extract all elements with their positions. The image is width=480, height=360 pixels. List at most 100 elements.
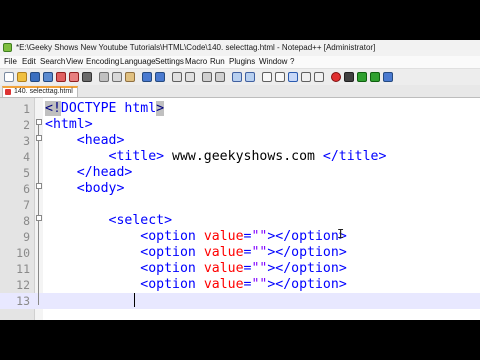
sync-horizontal-icon[interactable]: [245, 72, 255, 82]
indent-guide-icon[interactable]: [288, 72, 298, 82]
line-code: <body>: [45, 181, 125, 197]
cut-icon[interactable]: [99, 72, 109, 82]
menu-plugins[interactable]: Plugins: [229, 57, 255, 67]
tab-selecttag[interactable]: 140. selecttag.html: [2, 86, 78, 97]
code-token: www.geekyshows.com: [164, 149, 323, 164]
redo-icon[interactable]: [155, 72, 165, 82]
tab-label: 140. selecttag.html: [14, 88, 73, 95]
menu-encoding[interactable]: Encoding: [86, 57, 119, 67]
save-all-icon[interactable]: [43, 72, 53, 82]
code-token: <html>: [45, 117, 93, 132]
code-token: <option: [140, 245, 204, 260]
run-macro-multiple-icon[interactable]: [370, 72, 380, 82]
close-icon[interactable]: [56, 72, 66, 82]
menu-file[interactable]: File: [4, 57, 17, 67]
menu-edit[interactable]: Edit: [22, 57, 36, 67]
menu-settings[interactable]: Settings: [155, 57, 184, 67]
fold-toggle-head-icon[interactable]: [36, 135, 42, 141]
code-token: </head>: [76, 165, 133, 180]
code-line[interactable]: 6 <body>: [0, 181, 480, 197]
playback-icon[interactable]: [357, 72, 367, 82]
code-token: <head>: [76, 133, 125, 148]
code-line[interactable]: 1 <!DOCTYPE html>: [0, 101, 480, 117]
word-wrap-icon[interactable]: [262, 72, 272, 82]
code-line[interactable]: 4 <title> www.geekyshows.com </title>: [0, 149, 480, 165]
code-line[interactable]: 10 <option value=""></option>: [0, 245, 480, 261]
notepadpp-window: *E:\Geeky Shows New Youtube Tutorials\HT…: [0, 40, 480, 320]
show-all-characters-icon[interactable]: [275, 72, 285, 82]
code-line[interactable]: 7: [0, 197, 480, 213]
code-line[interactable]: 11 <option value=""></option>: [0, 261, 480, 277]
code-line[interactable]: 12 <option value=""></option>: [0, 277, 480, 293]
code-token: </title>: [322, 149, 387, 164]
code-line[interactable]: 5 </head>: [0, 165, 480, 181]
code-line[interactable]: 9 <option value=""></option>: [0, 229, 480, 245]
line-number: 4: [23, 150, 30, 164]
code-token: <title>: [108, 149, 165, 164]
fold-toggle-html-icon[interactable]: [36, 119, 42, 125]
code-token: ></option>: [267, 229, 347, 244]
line-number: 1: [23, 102, 30, 116]
line-number: 6: [23, 182, 30, 196]
code-token: DOCTYPE html: [60, 101, 157, 116]
code-line[interactable]: 2 <html>: [0, 117, 480, 133]
code-token: "": [251, 245, 268, 260]
fold-toggle-select-icon[interactable]: [36, 215, 42, 221]
code-token: value: [203, 245, 244, 260]
undo-icon[interactable]: [142, 72, 152, 82]
user-language-icon[interactable]: [301, 72, 311, 82]
code-line[interactable]: 13: [0, 293, 480, 309]
print-icon[interactable]: [82, 72, 92, 82]
code-line[interactable]: 8 <select>: [0, 213, 480, 229]
tab-bar: 140. selecttag.html: [0, 85, 480, 98]
line-code: <html>: [45, 117, 93, 133]
zoom-in-icon[interactable]: [202, 72, 212, 82]
save-icon[interactable]: [30, 72, 40, 82]
line-code: [45, 293, 140, 309]
paste-icon[interactable]: [125, 72, 135, 82]
record-macro-icon[interactable]: [331, 72, 341, 82]
code-token: <!: [45, 101, 61, 116]
line-number: 8: [23, 214, 30, 228]
line-code: <select>: [45, 213, 173, 229]
doc-map-icon[interactable]: [314, 72, 324, 82]
code-token: <option: [140, 261, 204, 276]
save-macro-icon[interactable]: [383, 72, 393, 82]
line-code: <option value=""></option>: [45, 245, 346, 261]
open-folder-icon[interactable]: [17, 72, 27, 82]
fold-toggle-body-icon[interactable]: [36, 183, 42, 189]
code-token: "": [251, 261, 268, 276]
line-number: 2: [23, 118, 30, 132]
window-title: *E:\Geeky Shows New Youtube Tutorials\HT…: [16, 43, 376, 52]
code-token: >: [156, 101, 165, 116]
menu-view[interactable]: View: [66, 57, 83, 67]
code-token: value: [203, 261, 244, 276]
code-token: "": [251, 277, 268, 292]
find-icon[interactable]: [172, 72, 182, 82]
text-caret: [134, 293, 135, 307]
close-all-icon[interactable]: [69, 72, 79, 82]
menu-help[interactable]: ?: [290, 57, 294, 67]
sync-vertical-icon[interactable]: [232, 72, 242, 82]
zoom-out-icon[interactable]: [215, 72, 225, 82]
line-number: 7: [23, 198, 30, 212]
menu-run[interactable]: Run: [210, 57, 225, 67]
code-line[interactable]: 3 <head>: [0, 133, 480, 149]
new-file-icon[interactable]: [4, 72, 14, 82]
line-number: 13: [16, 294, 30, 308]
menu-language[interactable]: Language: [120, 57, 156, 67]
copy-icon[interactable]: [112, 72, 122, 82]
replace-icon[interactable]: [185, 72, 195, 82]
unsaved-file-icon: [5, 89, 11, 95]
stop-recording-icon[interactable]: [344, 72, 354, 82]
line-code: <option value=""></option>: [45, 277, 346, 293]
line-code: </head>: [45, 165, 133, 181]
code-editor[interactable]: 1 <!DOCTYPE html> 2 <html> 3 <head> 4 <title>…: [0, 98, 480, 320]
menu-search[interactable]: Search: [40, 57, 65, 67]
menu-macro[interactable]: Macro: [185, 57, 207, 67]
menu-window[interactable]: Window: [259, 57, 287, 67]
